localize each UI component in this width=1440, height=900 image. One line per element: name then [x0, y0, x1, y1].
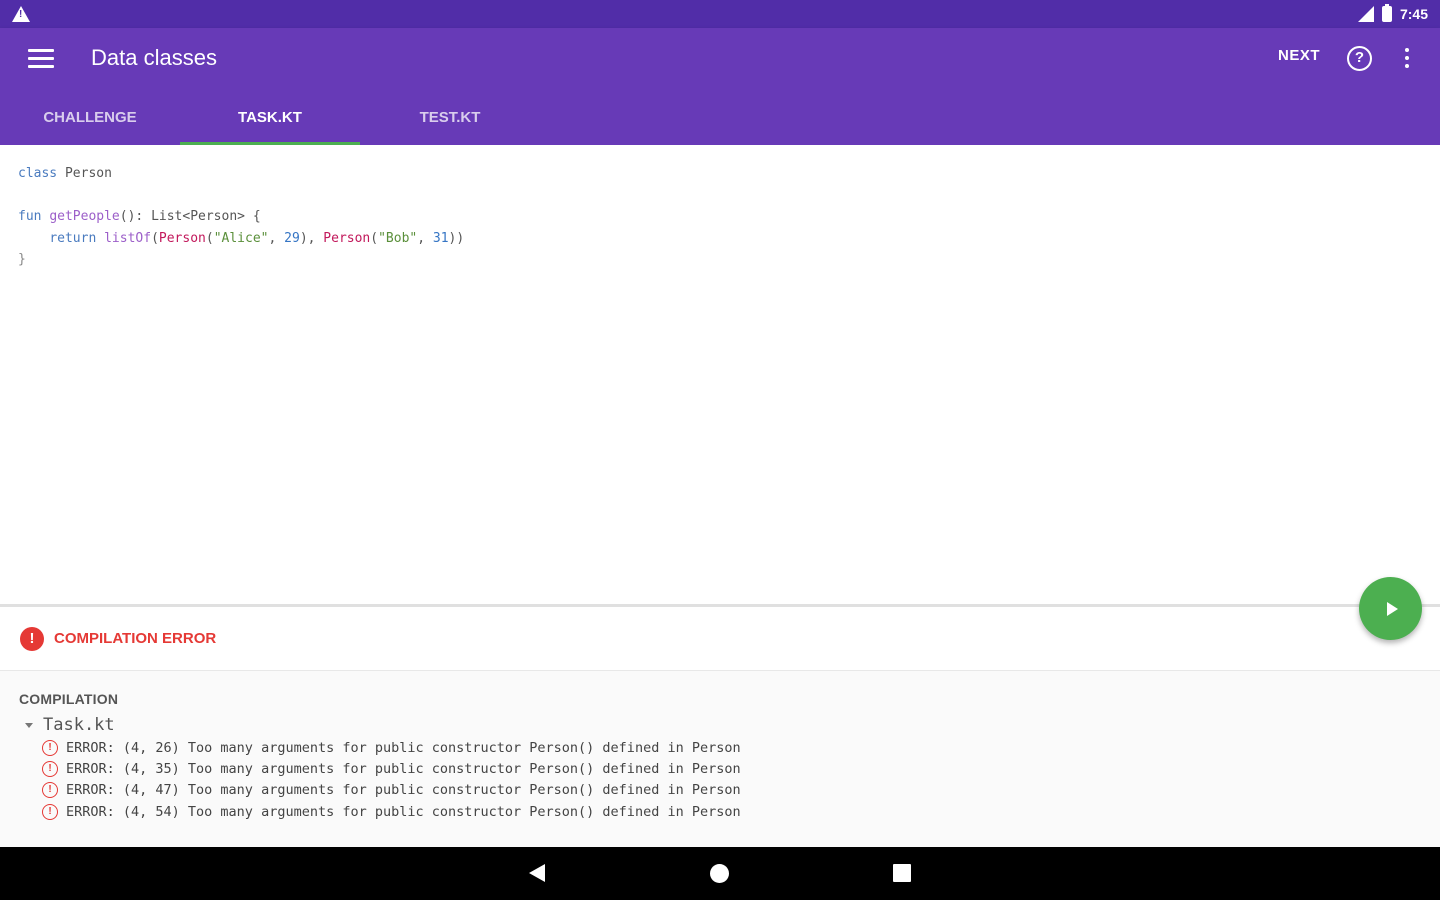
compile-status-text: COMPILATION ERROR: [54, 630, 217, 647]
code-number: 31: [432, 230, 449, 246]
code-line-1: class Person: [18, 163, 1422, 185]
code-text: (): List<Person> {: [119, 209, 261, 224]
error-text: ERROR: (4, 47) Too many arguments for pu…: [66, 782, 741, 799]
code-number: 29: [284, 230, 300, 246]
toolbar: Data classes NEXT ?: [0, 28, 1440, 90]
output-panel: COMPILATION Task.kt ! ERROR: (4, 26) Too …: [0, 671, 1440, 847]
compile-status-row: ! COMPILATION ERROR: [0, 607, 1440, 671]
error-list: ! ERROR: (4, 26) Too many arguments for p…: [42, 737, 1421, 822]
code-keyword: class: [18, 166, 58, 181]
tab-bar: CHALLENGE TASK.KT TEST.KT: [0, 90, 540, 145]
run-button[interactable]: [1359, 577, 1422, 640]
code-constructor: Person: [158, 230, 206, 246]
error-text: ERROR: (4, 35) Too many arguments for pu…: [66, 760, 741, 777]
code-text: Person: [57, 166, 112, 181]
error-small-icon: !: [42, 782, 58, 799]
battery-icon: [1381, 4, 1392, 22]
error-small-icon: !: [42, 760, 58, 777]
back-icon[interactable]: [529, 864, 545, 882]
error-icon: !: [20, 626, 44, 651]
code-editor[interactable]: class Person fun getPeople(): List<Perso…: [0, 145, 1440, 605]
tab-test-kt[interactable]: TEST.KT: [360, 90, 540, 145]
tab-task-kt[interactable]: TASK.KT: [180, 90, 360, 145]
recents-icon[interactable]: [893, 864, 911, 882]
error-text: ERROR: (4, 54) Too many arguments for pu…: [66, 803, 741, 820]
status-time: 7:45: [1399, 6, 1428, 22]
code-string: "Bob": [378, 230, 418, 246]
page-title: Data classes: [91, 45, 217, 70]
error-small-icon: !: [42, 803, 58, 820]
error-item: ! ERROR: (4, 26) Too many arguments for p…: [42, 737, 1421, 758]
expand-arrow-icon[interactable]: [25, 722, 33, 728]
file-tree-node[interactable]: Task.kt: [25, 715, 1421, 735]
code-function: getPeople: [49, 209, 120, 224]
next-button[interactable]: NEXT: [1278, 47, 1320, 64]
output-section-title: COMPILATION: [19, 691, 119, 707]
error-item: ! ERROR: (4, 54) Too many arguments for p…: [42, 801, 1421, 822]
home-icon[interactable]: [710, 864, 729, 883]
code-string: "Alice": [213, 230, 269, 246]
error-item: ! ERROR: (4, 47) Too many arguments for p…: [42, 780, 1421, 801]
code-line-4: return listOf(Person("Alice", 29), Perso…: [18, 228, 1422, 250]
app-screen: 7:45 Data classes NEXT ? CHALLENGE TASK.…: [0, 0, 1440, 900]
file-name: Task.kt: [43, 715, 115, 735]
code-constructor: Person: [323, 230, 371, 246]
error-item: ! ERROR: (4, 35) Too many arguments for p…: [42, 758, 1421, 779]
signal-icon: [1357, 6, 1374, 22]
code-keyword: fun: [18, 209, 42, 224]
status-left: [12, 6, 30, 22]
code-function: listOf: [104, 230, 152, 246]
error-text: ERROR: (4, 26) Too many arguments for pu…: [66, 739, 741, 756]
code-line-5: }: [18, 252, 26, 267]
menu-icon[interactable]: [28, 49, 54, 69]
help-icon[interactable]: ?: [1347, 46, 1372, 71]
app-bar: Data classes NEXT ? CHALLENGE TASK.KT TE…: [0, 28, 1440, 145]
navigation-bar: [0, 847, 1440, 900]
more-options-icon[interactable]: [1404, 48, 1410, 70]
status-bar: 7:45: [0, 0, 1440, 28]
play-icon: [1387, 601, 1398, 616]
code-keyword: return: [49, 230, 97, 246]
error-small-icon: !: [42, 739, 58, 756]
warning-icon: [12, 6, 30, 22]
tab-challenge[interactable]: CHALLENGE: [0, 90, 180, 145]
code-line-3: fun getPeople(): List<Person> {: [18, 206, 1422, 228]
status-right: 7:45: [1357, 4, 1428, 22]
